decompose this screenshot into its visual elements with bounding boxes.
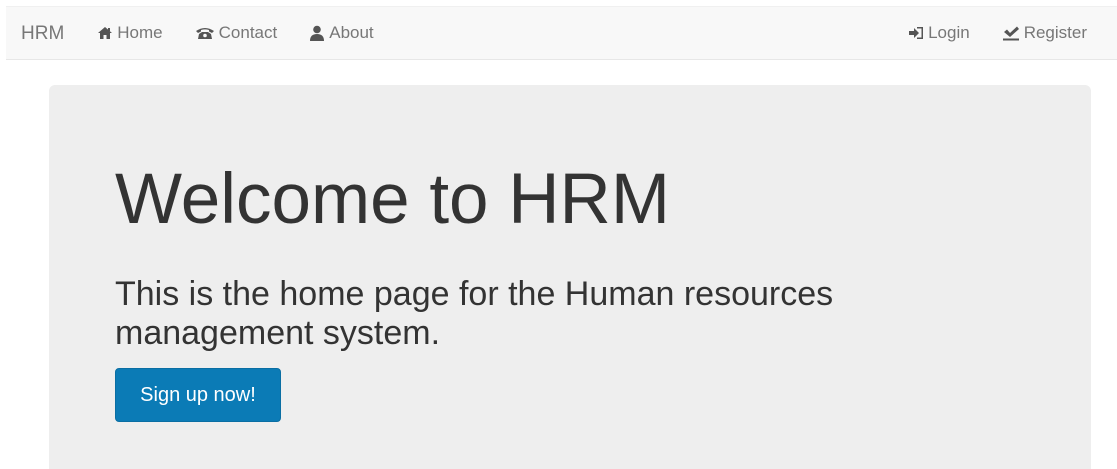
- nav-item-home[interactable]: Home: [84, 7, 178, 59]
- hero-lead-text: This is the home page for the Human reso…: [115, 275, 834, 353]
- nav-item-about[interactable]: About: [293, 7, 389, 59]
- nav-item-label: Home: [117, 23, 163, 42]
- login-icon: [908, 26, 924, 40]
- nav-item-label: Contact: [218, 23, 278, 42]
- nav-item-register[interactable]: Register: [986, 7, 1103, 59]
- user-icon: [309, 25, 325, 41]
- nav-item-login[interactable]: Login: [892, 7, 986, 59]
- page-title: Welcome to HRM: [115, 160, 670, 239]
- nav-item-label: Register: [1023, 23, 1087, 42]
- phone-icon: [195, 26, 215, 40]
- nav-right-group: Login Register: [892, 7, 1103, 59]
- hero-jumbotron: Welcome to HRM This is the home page for…: [49, 85, 1091, 469]
- nav-item-label: About: [329, 23, 374, 42]
- navbar-brand[interactable]: HRM: [21, 24, 64, 43]
- register-icon: [1002, 26, 1020, 41]
- sign-up-button[interactable]: Sign up now!: [115, 368, 281, 422]
- home-icon: [97, 26, 113, 40]
- nav-item-label: Login: [928, 23, 970, 42]
- nav-item-contact[interactable]: Contact: [179, 7, 294, 59]
- top-navbar: HRM Home Contact About Login Register: [6, 6, 1117, 60]
- nav-left-group: Home Contact About: [84, 7, 389, 59]
